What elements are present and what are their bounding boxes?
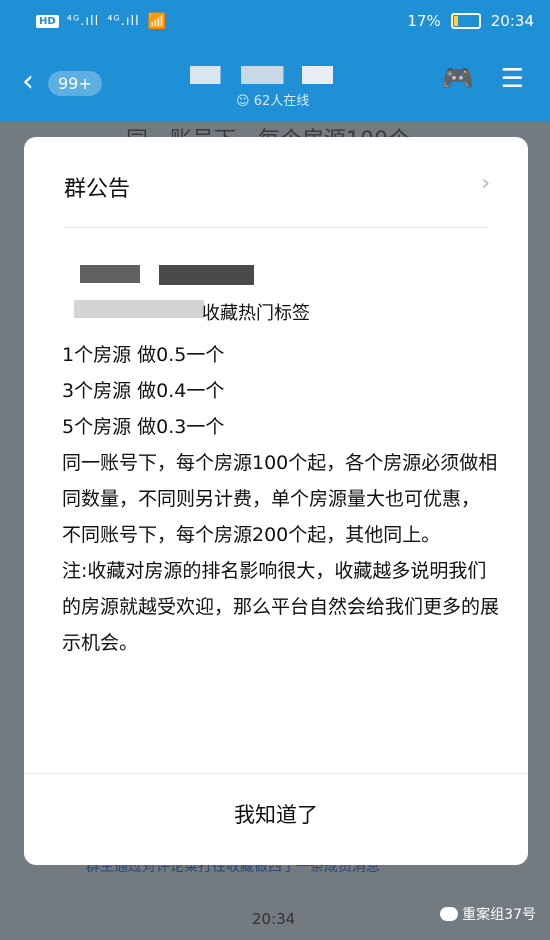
confirm-button[interactable]: 我知道了 xyxy=(24,799,528,829)
online-count-text: 62人在线 xyxy=(253,94,310,109)
signal-icon: ⁴ᴳ.ıll xyxy=(66,13,100,29)
line-5: 不同账号下，每个房源200个起，其他同上。 xyxy=(62,524,441,546)
censored-block xyxy=(80,265,140,283)
background-timestamp: 20:34 xyxy=(252,910,296,928)
chat-header: ‹ 99+ ☺ 62人在线 🎮 ☰ xyxy=(0,44,550,122)
battery-icon xyxy=(450,13,481,29)
line-6: 注:收藏对房源的排名影响很大，收藏越多说明我们的房源就越受欢迎，那么平台自然会给… xyxy=(62,560,500,654)
announcement-dialog: 群公告 › 收藏热门标签 1个房源 做0.5一个 3个房源 做0.4一个 5个房… xyxy=(24,137,528,865)
line-3: 5个房源 做0.3一个 xyxy=(62,416,225,438)
line-1: 1个房源 做0.5一个 xyxy=(62,344,225,366)
footer-divider xyxy=(24,773,528,774)
group-name-blurred xyxy=(190,66,360,84)
hd-indicator: HD xyxy=(36,14,59,28)
online-count: ☺ 62人在线 xyxy=(236,94,310,109)
status-bar: HD ⁴ᴳ.ıll ⁴ᴳ.ıll 📶 17% 20:34 xyxy=(0,0,550,44)
watermark-text: 重案组37号 xyxy=(462,907,536,923)
divider xyxy=(64,227,488,228)
unread-badge[interactable]: 99+ xyxy=(48,71,102,96)
back-arrow-icon[interactable]: ‹ xyxy=(22,64,34,99)
line-2: 3个房源 做0.4一个 xyxy=(62,380,225,402)
wechat-icon xyxy=(440,907,459,921)
censored-block-3 xyxy=(74,300,204,318)
tag-line: 收藏热门标签 xyxy=(202,303,310,324)
line-4: 同一账号下，每个房源100个起，各个房源必须做相同数量，不同则另计费，单个房源量… xyxy=(62,452,498,510)
announcement-body: 1个房源 做0.5一个 3个房源 做0.4一个 5个房源 做0.3一个 同一账号… xyxy=(62,337,502,661)
dialog-title[interactable]: 群公告 xyxy=(64,171,130,203)
gamepad-icon[interactable]: 🎮 xyxy=(442,64,474,94)
wifi-icon: 📶 xyxy=(147,12,167,30)
battery-percent: 17% xyxy=(407,12,441,30)
menu-icon[interactable]: ☰ xyxy=(501,64,524,94)
watermark: 重案组37号 xyxy=(440,904,536,924)
signal-icon-2: ⁴ᴳ.ıll xyxy=(107,13,140,29)
censored-block-2 xyxy=(159,265,254,285)
clock: 20:34 xyxy=(490,12,534,30)
chevron-right-icon[interactable]: › xyxy=(481,171,490,196)
